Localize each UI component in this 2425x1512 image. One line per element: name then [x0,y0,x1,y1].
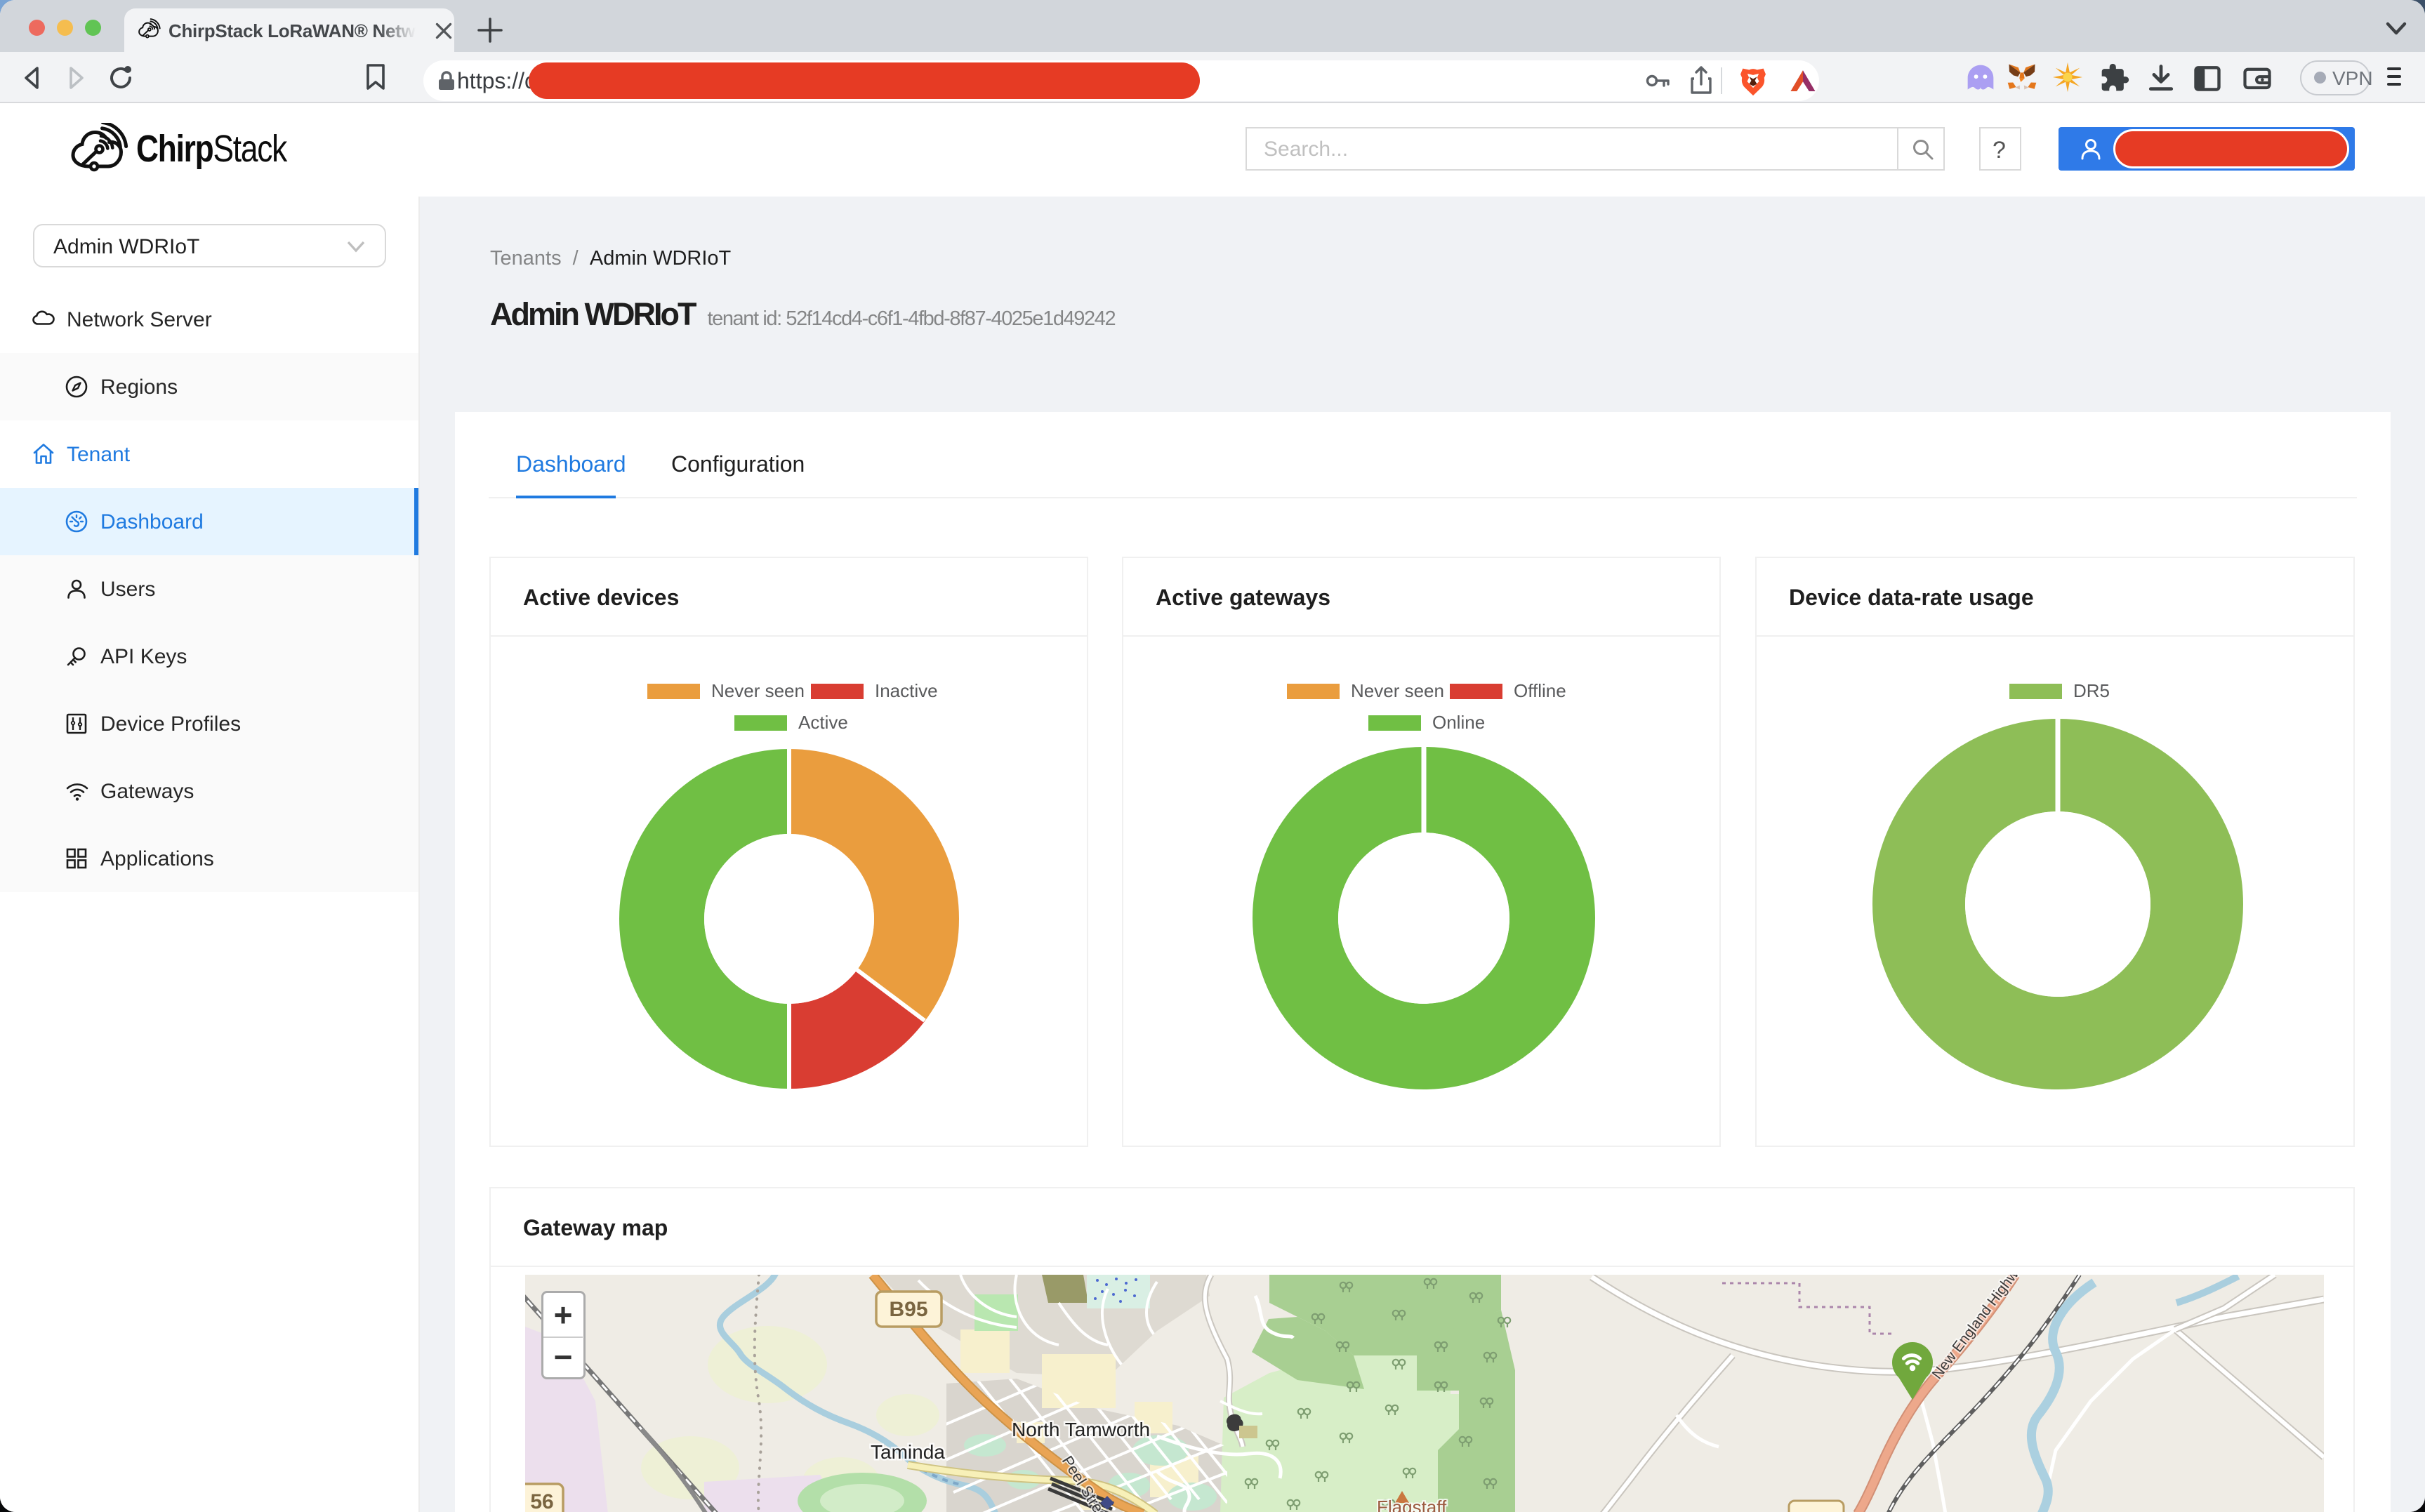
svg-text:Flagstaff: Flagstaff [1377,1497,1447,1512]
svg-text:56: 56 [530,1490,553,1512]
svg-text:North Tamworth: North Tamworth [1012,1419,1150,1440]
svg-text:B95: B95 [889,1298,927,1321]
svg-text:Taminda: Taminda [871,1441,945,1463]
